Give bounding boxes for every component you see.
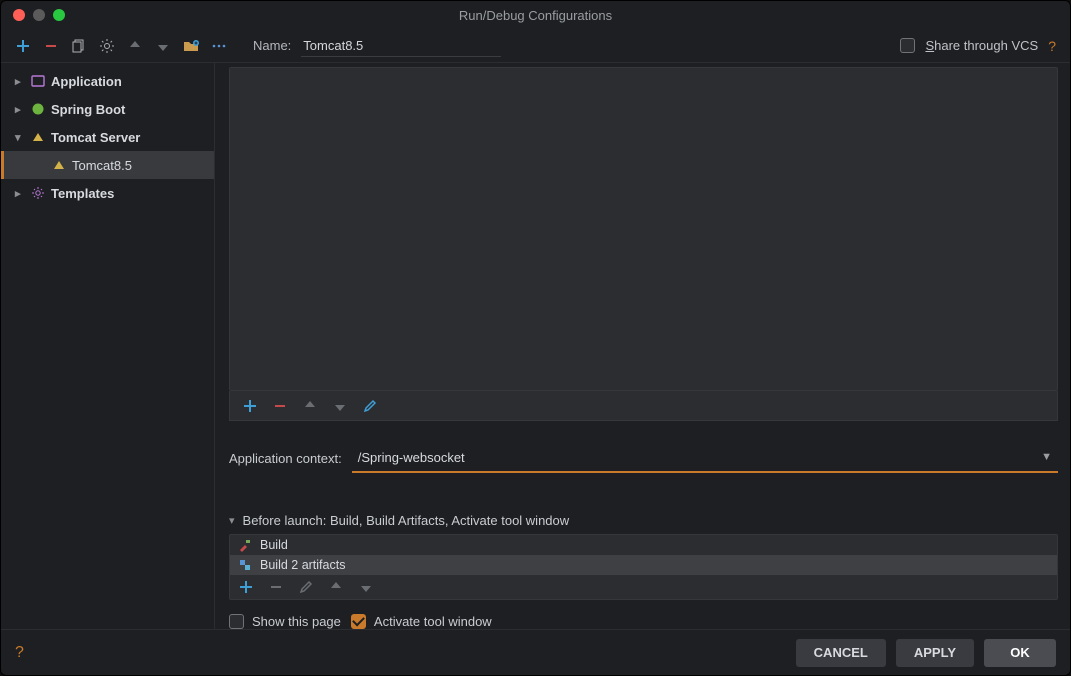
tree-label: Spring Boot [51,102,125,117]
move-down-icon[interactable] [358,579,374,595]
move-down-icon[interactable] [332,398,348,414]
task-row[interactable]: Build [230,535,1057,555]
spring-icon [31,102,45,116]
chevron-down-icon: ▾ [15,131,25,144]
before-launch-header[interactable]: ▾ Before launch: Build, Build Artifacts,… [229,513,1058,528]
name-input[interactable] [301,35,501,57]
window-controls [1,9,65,21]
help-icon[interactable]: ? [15,644,24,662]
chevron-right-icon: ▸ [15,187,25,200]
tomcat-icon [31,130,45,144]
move-up-icon[interactable] [302,398,318,414]
move-up-icon[interactable] [328,579,344,595]
share-checkbox[interactable] [900,38,915,53]
tree-application[interactable]: ▸ Application [1,67,214,95]
remove-icon[interactable] [272,398,288,414]
remove-icon[interactable] [268,579,284,595]
close-window-icon[interactable] [13,9,25,21]
task-row[interactable]: Build 2 artifacts [230,555,1057,575]
tree-label: Tomcat8.5 [72,158,132,173]
artifact-list[interactable] [229,67,1058,391]
show-page-check[interactable]: Show this page [229,614,341,629]
tomcat-icon [52,158,66,172]
apply-button[interactable]: APPLY [896,639,974,667]
more-icon[interactable] [211,38,227,54]
tree-label: Tomcat Server [51,130,140,145]
app-context-combo[interactable]: /Spring-websocket ▼ [352,443,1058,473]
tasks-toolbar [230,575,1057,599]
activate-window-check[interactable]: Activate tool window [351,614,492,629]
chevron-down-icon: ▼ [1041,451,1052,463]
zoom-window-icon[interactable] [53,9,65,21]
tree-label: Application [51,74,122,89]
footer: ? CANCEL APPLY OK [1,629,1070,675]
chevron-right-icon: ▸ [15,103,25,116]
edit-icon[interactable] [362,398,378,414]
gear-icon[interactable] [99,38,115,54]
scrollbar[interactable] [1062,163,1068,619]
titlebar: Run/Debug Configurations [1,1,1070,29]
task-label: Build 2 artifacts [260,558,345,572]
folder-icon[interactable] [183,38,199,54]
window-title: Run/Debug Configurations [1,8,1070,23]
chevron-down-icon: ▾ [229,514,235,527]
task-label: Build [260,538,288,552]
hammer-icon [238,538,252,552]
application-icon [31,74,45,88]
app-context-value: /Spring-websocket [358,450,465,465]
before-launch-label: Before launch: Build, Build Artifacts, A… [243,513,570,528]
config-tree: ▸ Application ▸ Spring Boot ▾ Tomcat Ser… [1,63,215,629]
add-icon[interactable] [15,38,31,54]
move-up-icon[interactable] [127,38,143,54]
move-down-icon[interactable] [155,38,171,54]
tree-label: Templates [51,186,114,201]
chevron-right-icon: ▸ [15,75,25,88]
main-panel: Application context: /Spring-websocket ▼… [215,63,1070,629]
tree-tomcat-child[interactable]: Tomcat8.5 [1,151,214,179]
add-icon[interactable] [238,579,254,595]
list-toolbar [229,391,1058,421]
task-list: Build Build 2 artifacts [229,534,1058,600]
remove-icon[interactable] [43,38,59,54]
add-icon[interactable] [242,398,258,414]
toolbar: Name: SShare through VCShare through VCS… [1,29,1070,63]
dialog-window: Run/Debug Configurations Name: SShare th… [0,0,1071,676]
gear-icon [31,186,45,200]
share-label[interactable]: SShare through VCShare through VCS [925,38,1038,53]
show-page-label: Show this page [252,614,341,629]
tree-spring-boot[interactable]: ▸ Spring Boot [1,95,214,123]
activate-window-label: Activate tool window [374,614,492,629]
name-label: Name: [253,38,291,53]
ok-button[interactable]: OK [984,639,1056,667]
copy-icon[interactable] [71,38,87,54]
minimize-window-icon[interactable] [33,9,45,21]
help-icon[interactable]: ? [1048,38,1056,54]
cancel-button[interactable]: CANCEL [796,639,886,667]
checkbox-icon [229,614,244,629]
checkbox-checked-icon [351,614,366,629]
app-context-label: Application context: [229,451,342,466]
tree-tomcat-server[interactable]: ▾ Tomcat Server [1,123,214,151]
tree-templates[interactable]: ▸ Templates [1,179,214,207]
artifact-icon [238,558,252,572]
edit-icon[interactable] [298,579,314,595]
